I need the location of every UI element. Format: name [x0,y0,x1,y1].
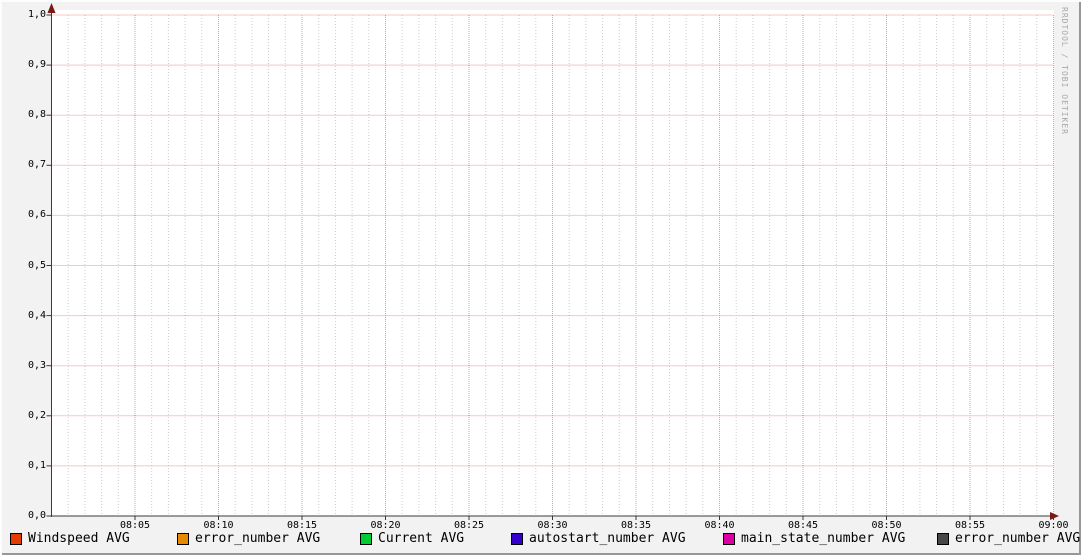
legend-label: error_number AVG [955,531,1081,546]
legend-label: Current AVG [378,531,465,546]
legend-item: main_state_number AVG [723,532,905,546]
rrdtool-graph: 1,0 0,9 0,8 0,7 0,6 0,5 0,4 0,3 0,2 0,1 0,0 08:05 0… [0,0,1081,555]
legend-item: error_number AVG [177,532,320,546]
legend-item: autostart_number AVG [511,532,686,546]
y-axis-tick-label: 0,6 [27,209,46,221]
legend-color-swatch [937,533,949,545]
legend-color-swatch [511,533,523,545]
y-axis-tick-label: 0,9 [27,59,46,71]
watermark-text: RRDTOOL / TOBI OETIKER [1060,7,1069,135]
y-axis-tick-label: 0,3 [27,359,46,371]
y-axis-tick-label: 0,2 [27,409,46,421]
legend-label: main_state_number AVG [741,531,906,546]
legend-item: Current AVG [360,532,464,546]
legend-color-swatch [10,533,22,545]
legend-label: autostart_number AVG [529,531,686,546]
y-axis-tick-label: 0,5 [27,259,46,271]
y-axis-tick-label: 0,1 [27,459,46,471]
y-axis-tick-label: 1,0 [27,9,46,20]
legend-label: error_number AVG [195,531,321,546]
legend-color-swatch [723,533,735,545]
legend-color-swatch [360,533,372,545]
plot-area [52,10,1054,516]
legend-item: Windspeed AVG [10,532,130,546]
legend-label: Windspeed AVG [28,531,130,546]
x-axis-tick-label: 08:40 [704,520,735,531]
legend-item: error_number AVG [937,532,1080,546]
legend-color-swatch [177,533,189,545]
y-axis-tick-label: 0,8 [27,109,46,121]
y-axis-tick-label: 0,7 [27,159,46,171]
y-axis-tick-label: 0,0 [27,510,46,521]
y-axis-tick-label: 0,4 [27,309,46,321]
